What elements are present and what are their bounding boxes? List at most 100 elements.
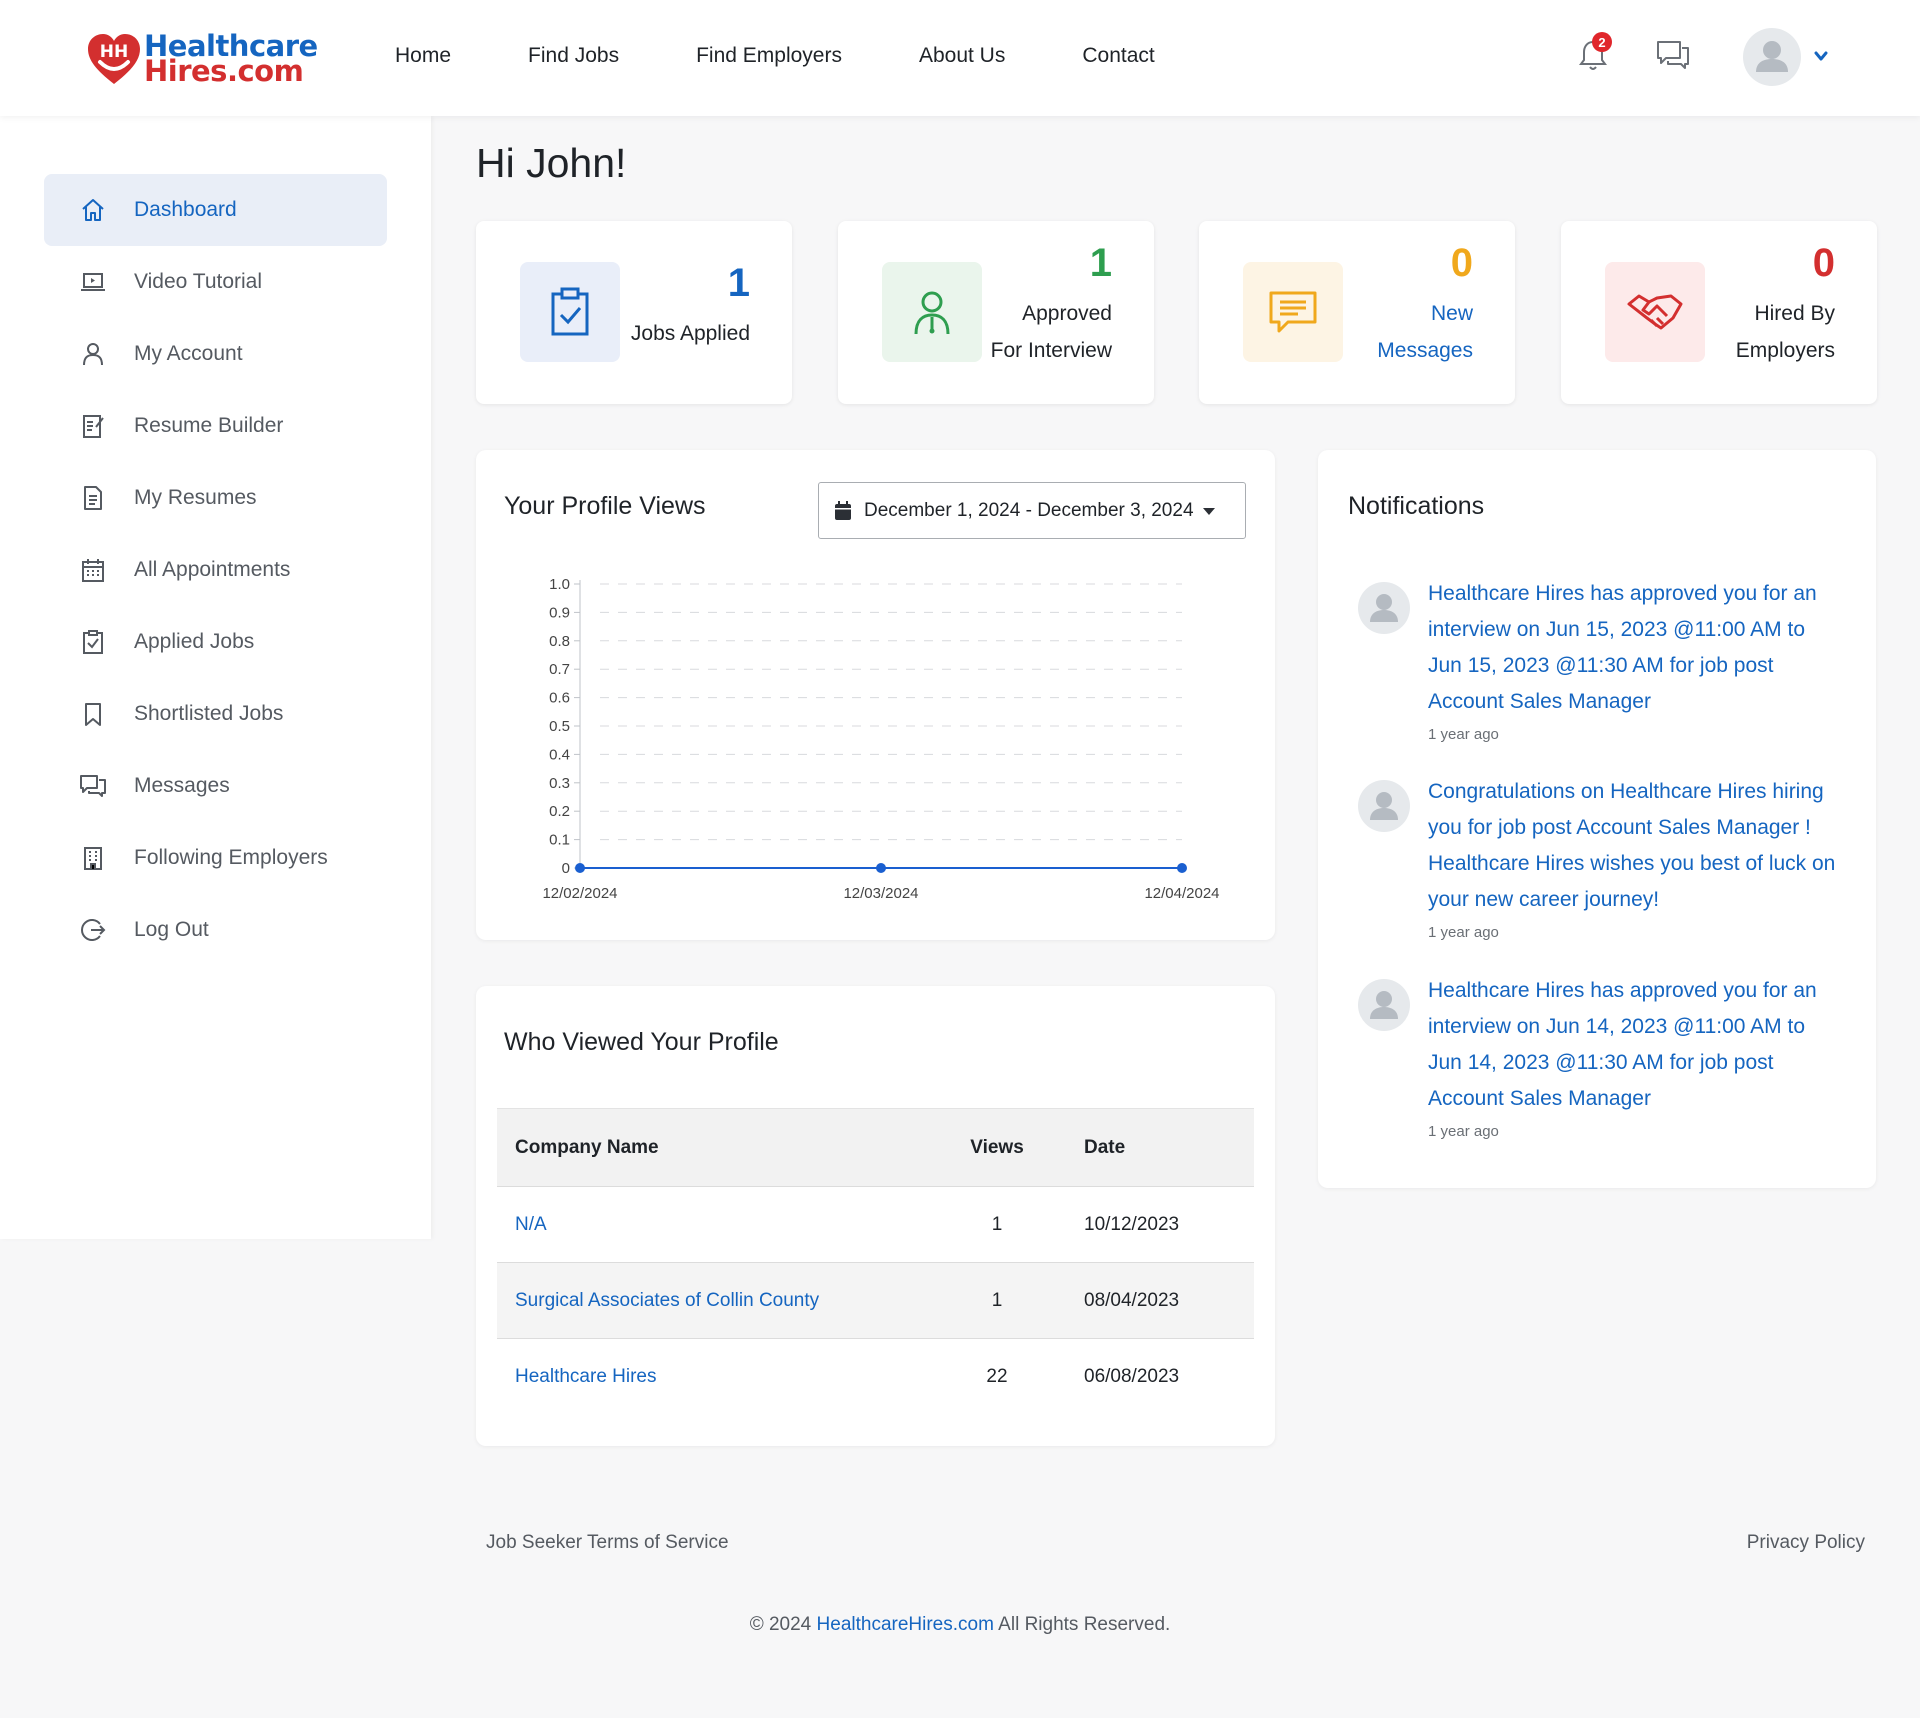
stat-label-line2: Messages xyxy=(1377,339,1473,362)
stat-card-new-messages[interactable]: 0 New Messages xyxy=(1199,221,1515,404)
y-tick-label: 0.9 xyxy=(549,604,570,621)
sidebar-item-label: Messages xyxy=(134,774,230,797)
user-silhouette-icon xyxy=(1370,594,1398,622)
logo-mark-text: HH xyxy=(100,42,128,62)
chat-icon[interactable] xyxy=(1656,40,1690,70)
column-header-views: Views xyxy=(957,1108,1037,1187)
sidebar-item-following-employers[interactable]: Following Employers xyxy=(44,822,387,894)
sidebar: Dashboard Video Tutorial My Account Resu… xyxy=(0,116,431,1239)
privacy-link[interactable]: Privacy Policy xyxy=(1747,1532,1865,1554)
stat-label-line2: For Interview xyxy=(990,339,1112,362)
message-icon xyxy=(1269,291,1317,333)
x-tick-label: 12/04/2024 xyxy=(1144,885,1219,902)
data-point xyxy=(1177,863,1187,873)
table-header-row: Company Name Views Date xyxy=(497,1108,1254,1187)
user-silhouette-icon xyxy=(1370,792,1398,820)
stat-icon-box xyxy=(1243,262,1343,362)
nav-about-us[interactable]: About Us xyxy=(919,44,1005,68)
company-link[interactable]: Surgical Associates of Collin County xyxy=(515,1290,819,1311)
table-row: N/A 1 10/12/2023 xyxy=(497,1186,1254,1263)
column-header-company: Company Name xyxy=(497,1108,957,1187)
notifications-title: Notifications xyxy=(1348,492,1485,520)
logout-icon xyxy=(81,919,106,941)
stat-label-line1: Hired By xyxy=(1754,302,1835,325)
y-tick-label: 0.2 xyxy=(549,803,570,820)
avatar xyxy=(1358,582,1410,634)
sidebar-item-applied-jobs[interactable]: Applied Jobs xyxy=(44,606,387,678)
nav-find-jobs[interactable]: Find Jobs xyxy=(528,44,619,68)
laptop-icon xyxy=(81,273,105,291)
sidebar-item-label: Dashboard xyxy=(134,198,237,221)
table-row: Surgical Associates of Collin County 1 0… xyxy=(497,1262,1254,1339)
stat-value: 1 xyxy=(1089,241,1112,285)
notification-text[interactable]: Congratulations on Healthcare Hires hiri… xyxy=(1428,774,1840,918)
handshake-icon xyxy=(1627,294,1683,330)
copyright-suffix: All Rights Reserved. xyxy=(998,1614,1171,1635)
y-tick-label: 0.6 xyxy=(549,690,570,707)
chevron-down-icon[interactable] xyxy=(1813,48,1829,64)
stat-icon-box xyxy=(520,262,620,362)
table-row: Healthcare Hires 22 06/08/2023 xyxy=(497,1339,1254,1415)
x-tick-label: 12/02/2024 xyxy=(542,885,617,902)
sidebar-item-log-out[interactable]: Log Out xyxy=(44,894,387,966)
nav-find-employers[interactable]: Find Employers xyxy=(696,44,842,68)
stat-icon-box xyxy=(1605,262,1705,362)
stat-icon-box xyxy=(882,262,982,362)
date-cell: 08/04/2023 xyxy=(1037,1262,1254,1339)
nav-home[interactable]: Home xyxy=(395,44,451,68)
edit-document-icon xyxy=(83,415,104,438)
bookmark-icon xyxy=(85,703,101,726)
views-cell: 22 xyxy=(986,1365,1008,1387)
notification-text[interactable]: Healthcare Hires has approved you for an… xyxy=(1428,973,1840,1117)
stat-value: 0 xyxy=(1812,241,1835,285)
user-avatar[interactable] xyxy=(1743,28,1801,86)
avatar xyxy=(1358,780,1410,832)
nav-contact[interactable]: Contact xyxy=(1082,44,1154,68)
main-nav: Home Find Jobs Find Employers About Us C… xyxy=(395,0,1232,112)
notification-text[interactable]: Healthcare Hires has approved you for an… xyxy=(1428,576,1840,720)
who-viewed-table: Company Name Views Date N/A 1 10/12/2023… xyxy=(497,1108,1254,1415)
clipboard-check-icon xyxy=(83,630,103,654)
terms-link[interactable]: Job Seeker Terms of Service xyxy=(486,1532,729,1554)
y-tick-label: 0 xyxy=(562,860,570,877)
company-link[interactable]: N/A xyxy=(515,1214,547,1235)
sidebar-item-resume-builder[interactable]: Resume Builder xyxy=(44,390,387,462)
notifications-card: Notifications Healthcare Hires has appro… xyxy=(1318,450,1876,1188)
company-link[interactable]: Healthcare Hires xyxy=(515,1366,657,1387)
logo-text: Healthcare Hires.com xyxy=(144,32,318,86)
stat-card-jobs-applied[interactable]: 1 Jobs Applied xyxy=(476,221,792,404)
sidebar-item-all-appointments[interactable]: All Appointments xyxy=(44,534,387,606)
sidebar-item-label: All Appointments xyxy=(134,558,291,581)
stat-card-hired-by-employers[interactable]: 0 Hired By Employers xyxy=(1561,221,1877,404)
user-silhouette-icon xyxy=(1370,991,1398,1019)
sidebar-item-dashboard[interactable]: Dashboard xyxy=(44,174,387,246)
sidebar-item-label: Shortlisted Jobs xyxy=(134,702,284,725)
sidebar-item-messages[interactable]: Messages xyxy=(44,750,387,822)
user-silhouette-icon xyxy=(1756,41,1788,72)
sidebar-item-shortlisted-jobs[interactable]: Shortlisted Jobs xyxy=(44,678,387,750)
heart-logo-icon: HH xyxy=(88,34,140,84)
data-point xyxy=(876,863,886,873)
sidebar-item-video-tutorial[interactable]: Video Tutorial xyxy=(44,246,387,318)
copyright-prefix: © 2024 xyxy=(749,1614,812,1635)
sidebar-item-my-account[interactable]: My Account xyxy=(44,318,387,390)
profile-views-chart: 0 0.1 0.2 0.3 0.4 0.5 0.6 0.7 0.8 0.9 1.0 12/02/202… xyxy=(542,576,1219,902)
y-tick-label: 1.0 xyxy=(549,576,570,593)
stat-card-approved-interview[interactable]: 1 Approved For Interview xyxy=(838,221,1154,404)
profile-views-card: Your Profile Views December 1, 2024 - De… xyxy=(476,450,1275,940)
home-icon xyxy=(82,199,104,221)
sidebar-item-label: Following Employers xyxy=(134,846,328,869)
copyright-link[interactable]: HealthcareHires.com xyxy=(817,1614,994,1635)
sidebar-item-my-resumes[interactable]: My Resumes xyxy=(44,462,387,534)
stat-label-line1: Approved xyxy=(1022,302,1112,325)
sidebar-item-label: Applied Jobs xyxy=(134,630,255,653)
data-point xyxy=(575,863,585,873)
date-cell: 10/12/2023 xyxy=(1037,1186,1254,1263)
logo[interactable]: HH Healthcare Hires.com xyxy=(86,32,318,86)
copyright: © 2024 HealthcareHires.com All Rights Re… xyxy=(0,1614,1920,1636)
doctor-icon xyxy=(914,291,950,335)
avatar xyxy=(1358,979,1410,1031)
sidebar-item-label: Log Out xyxy=(134,918,209,941)
views-cell: 1 xyxy=(957,1262,1037,1339)
clipboard-check-icon xyxy=(551,287,589,336)
